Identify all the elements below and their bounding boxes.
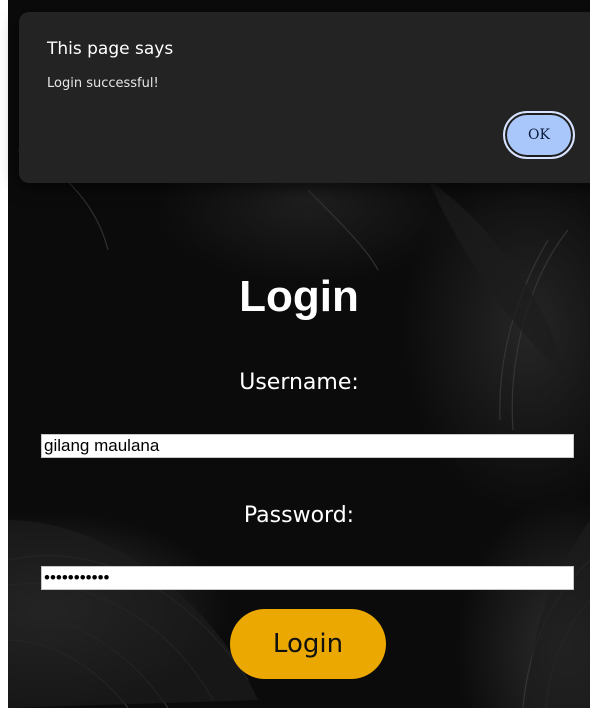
password-label: Password: [243,503,355,528]
username-input[interactable] [41,434,574,458]
dialog-message: Login successful! [47,76,159,91]
username-label: Username: [239,370,359,395]
ok-button[interactable]: OK [503,111,575,159]
login-button[interactable]: Login [230,609,386,679]
alert-dialog: This page says Login successful! OK [19,12,590,183]
password-input[interactable] [41,566,574,590]
dialog-title: This page says [47,39,174,59]
page-title: Login [239,272,359,321]
